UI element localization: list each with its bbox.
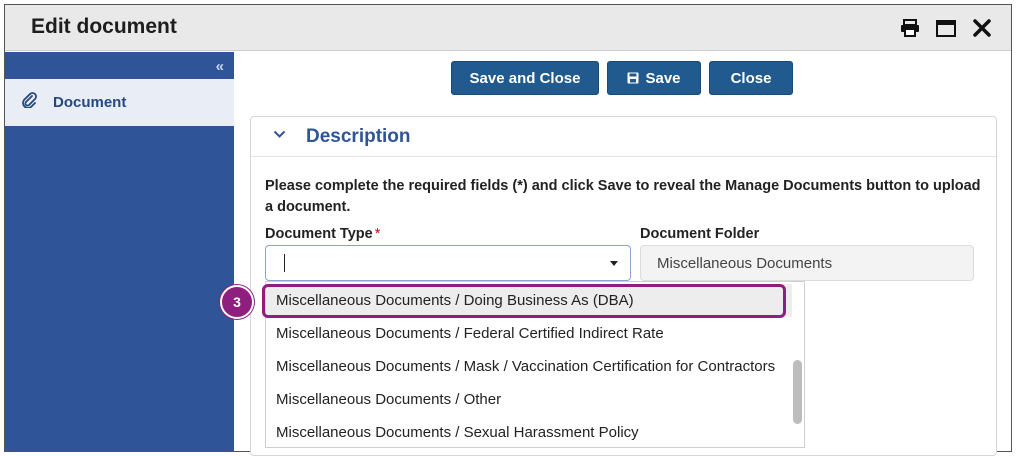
save-button-label: Save: [645, 69, 681, 87]
dropdown-option[interactable]: Miscellaneous Documents / Sexual Harassm…: [266, 416, 792, 447]
sidebar-item-label: Document: [53, 94, 127, 111]
document-type-label: Document Type *: [265, 226, 380, 242]
section-title: Description: [306, 126, 411, 147]
document-folder-label: Document Folder: [640, 226, 760, 242]
printer-icon[interactable]: [899, 17, 921, 39]
window-controls: [899, 17, 993, 39]
action-toolbar: Save and Close Save Close: [451, 61, 793, 95]
sidebar: « Document: [5, 52, 234, 451]
maximize-icon[interactable]: [935, 17, 957, 39]
dropdown-arrow-icon[interactable]: [610, 261, 618, 266]
dropdown-option[interactable]: Miscellaneous Documents / Federal Certif…: [266, 317, 792, 350]
save-and-close-button[interactable]: Save and Close: [451, 61, 599, 95]
floppy-disk-icon: [627, 72, 639, 84]
dialog-title: Edit document: [31, 15, 177, 38]
document-type-select[interactable]: [265, 245, 631, 281]
close-icon[interactable]: [971, 17, 993, 39]
description-panel-header[interactable]: Description: [251, 117, 996, 157]
chevron-down-icon[interactable]: [273, 130, 286, 139]
collapse-sidebar-button[interactable]: «: [216, 58, 224, 75]
text-cursor: [284, 254, 285, 272]
instructions-text: Please complete the required fields (*) …: [265, 178, 981, 215]
dropdown-option[interactable]: Miscellaneous Documents / Mask / Vaccina…: [266, 350, 792, 383]
step-badge: 3: [220, 285, 254, 319]
title-bar: Edit document: [5, 5, 1011, 51]
sidebar-item-document[interactable]: Document: [5, 79, 234, 126]
highlight-box: [262, 284, 786, 318]
document-type-label-text: Document Type: [265, 226, 373, 242]
document-folder-field: Miscellaneous Documents: [640, 245, 974, 281]
save-button[interactable]: Save: [607, 61, 701, 95]
required-marker: *: [374, 226, 381, 242]
dropdown-option[interactable]: Miscellaneous Documents / Other: [266, 383, 792, 416]
close-button[interactable]: Close: [709, 61, 793, 95]
paperclip-icon: [21, 92, 37, 113]
dropdown-scrollbar[interactable]: [793, 360, 802, 424]
